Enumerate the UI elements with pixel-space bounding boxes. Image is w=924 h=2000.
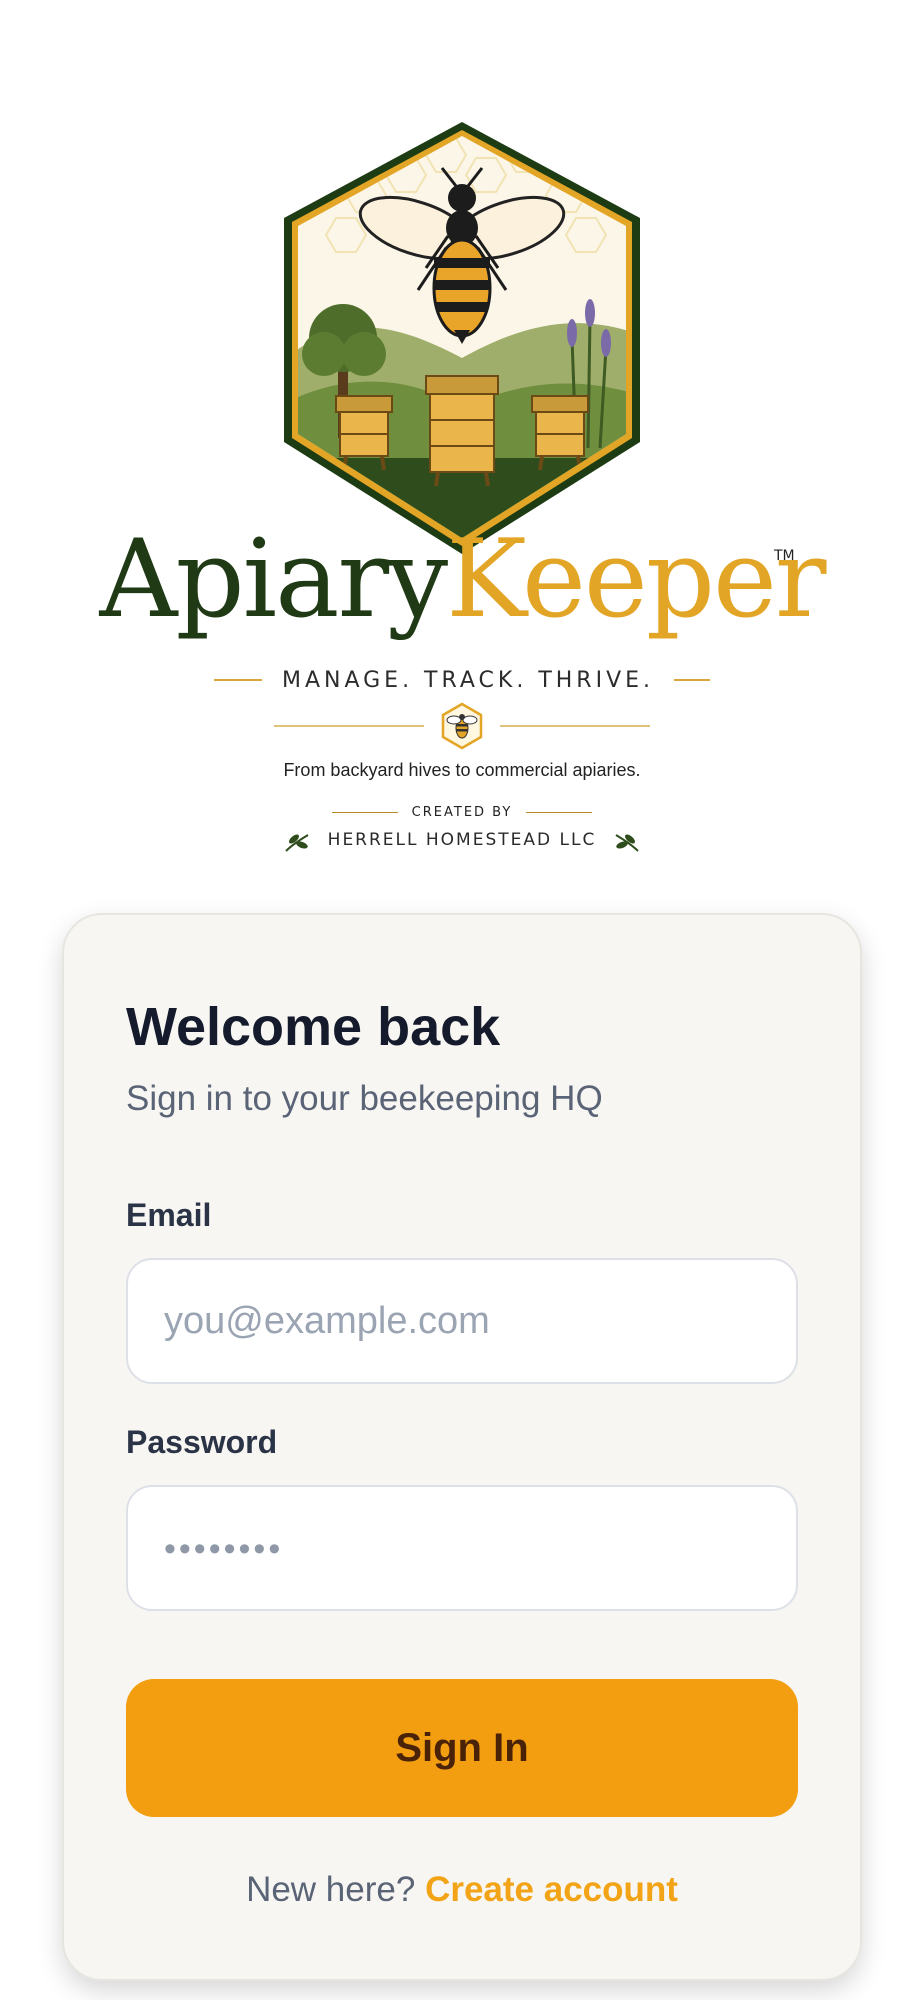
sign-in-button[interactable]: Sign In [126, 1679, 798, 1817]
beehive-logo-emblem [284, 122, 640, 554]
company-name: HERRELL HOMESTEAD LLC [327, 830, 597, 850]
password-field[interactable] [126, 1485, 798, 1611]
created-by-label: CREATED BY [411, 804, 513, 820]
password-label: Password [126, 1424, 278, 1460]
page-subtitle: Sign in to your beekeeping HQ [126, 1079, 603, 1118]
create-account-link[interactable]: Create account [425, 1870, 678, 1909]
signup-prompt-text: New here? [246, 1870, 416, 1909]
leaf-sprig-icon [284, 834, 309, 852]
tagline-row: MANAGE. TRACK. THRIVE. [0, 662, 924, 698]
emblem-divider-right [500, 725, 650, 727]
page-title: Welcome back [126, 997, 501, 1057]
company-row: HERRELL HOMESTEAD LLC [0, 822, 924, 858]
app-wordmark: ApiaryKeeper [0, 520, 924, 640]
tagline: MANAGE. TRACK. THRIVE. [281, 667, 655, 693]
tagline-divider-right [674, 679, 711, 681]
emblem-divider-left [274, 725, 424, 727]
leaf-sprig-icon [615, 834, 640, 852]
wordmark-apiary: Apiary [99, 517, 449, 642]
created-by-row: CREATED BY [0, 802, 924, 822]
trademark-symbol: TM [774, 548, 795, 564]
tagline-divider-left [213, 679, 262, 681]
login-screen: ApiaryKeeper TM MANAGE. TRACK. THRIVE. F… [0, 0, 924, 2000]
email-label: Email [126, 1197, 212, 1233]
login-card: Welcome back Sign in to your beekeeping … [62, 913, 862, 1981]
emblem-row [0, 696, 924, 756]
subtagline: From backyard hives to commercial apiari… [283, 760, 641, 780]
signup-prompt: New here? Create account [64, 1868, 860, 1912]
created-by-divider-right [526, 811, 593, 813]
bee-hexagon-icon [441, 702, 483, 750]
email-field[interactable] [126, 1258, 798, 1384]
app-logo-block: ApiaryKeeper TM MANAGE. TRACK. THRIVE. F… [0, 100, 924, 870]
wordmark-keeper: Keeper [446, 517, 826, 642]
created-by-divider-left [331, 811, 398, 813]
